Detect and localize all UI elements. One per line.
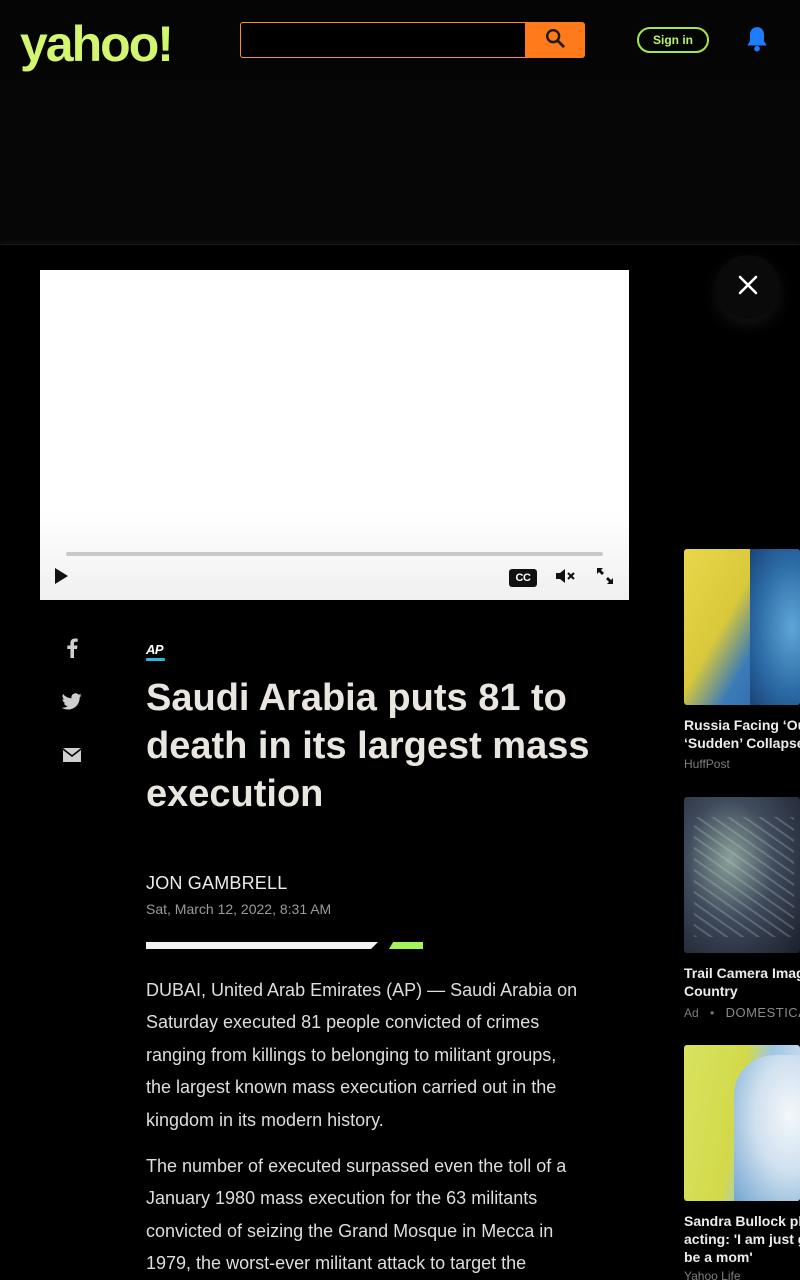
sidebar-card-source: Yahoo Life bbox=[684, 1269, 741, 1280]
close-article-button[interactable] bbox=[716, 255, 780, 319]
mute-button[interactable] bbox=[554, 567, 576, 589]
video-player[interactable]: CC bbox=[40, 270, 629, 600]
search-icon bbox=[544, 27, 566, 54]
search-bar bbox=[240, 22, 585, 58]
sidebar-card-title[interactable]: Trail Camera Imag Country bbox=[684, 964, 800, 1000]
article-author[interactable]: JON GAMBRELL bbox=[146, 873, 287, 894]
source-logo-underline bbox=[146, 658, 165, 661]
card-title-line: Trail Camera Imag bbox=[684, 965, 800, 981]
source-logo[interactable]: AP bbox=[146, 642, 164, 657]
ad-label: Ad bbox=[684, 1006, 699, 1020]
advertiser-name: DOMESTICA bbox=[725, 1005, 800, 1020]
notifications-button[interactable] bbox=[742, 26, 772, 56]
card-title-line: acting: 'I am just g bbox=[684, 1231, 800, 1247]
sidebar-card-title[interactable]: Sandra Bullock pl acting: 'I am just g b… bbox=[684, 1212, 800, 1266]
top-ad-slot bbox=[0, 80, 800, 243]
share-email-button[interactable] bbox=[56, 741, 88, 773]
article-date: Sat, March 12, 2022, 8:31 AM bbox=[146, 901, 332, 917]
sidebar-card-title[interactable]: Russia Facing ‘Ou ‘Sudden’ Collapse bbox=[684, 716, 800, 752]
sign-in-button[interactable]: Sign in bbox=[637, 27, 709, 53]
share-twitter-button[interactable] bbox=[56, 688, 88, 720]
card-title-line: Russia Facing ‘Ou bbox=[684, 717, 800, 733]
twitter-icon bbox=[61, 693, 82, 715]
separator-dot: • bbox=[710, 1006, 715, 1020]
site-header: yahoo! Sign in bbox=[0, 0, 800, 80]
card-image-texture bbox=[694, 817, 794, 937]
article-divider-accent bbox=[389, 942, 423, 949]
mail-icon bbox=[63, 747, 81, 767]
cc-icon: CC bbox=[509, 569, 537, 587]
card-image-subject bbox=[750, 549, 800, 705]
sidebar-card-image[interactable] bbox=[684, 1045, 800, 1201]
search-input[interactable] bbox=[240, 22, 525, 58]
sidebar-card-image[interactable] bbox=[684, 797, 800, 953]
play-icon bbox=[53, 567, 69, 590]
card-title-line: Country bbox=[684, 983, 738, 999]
card-title-line: be a mom' bbox=[684, 1249, 753, 1265]
card-title-line: Sandra Bullock pl bbox=[684, 1213, 800, 1229]
expand-icon bbox=[595, 566, 615, 591]
sidebar-card-source: HuffPost bbox=[684, 757, 730, 771]
sidebar-card-source: Ad • DOMESTICA bbox=[684, 1005, 800, 1020]
article-title: Saudi Arabia puts 81 to death in its lar… bbox=[146, 677, 590, 815]
bell-icon bbox=[744, 25, 770, 58]
card-title-line: ‘Sudden’ Collapse bbox=[684, 735, 800, 751]
close-icon bbox=[737, 274, 759, 301]
video-progress-bar[interactable] bbox=[66, 552, 603, 556]
article-divider bbox=[146, 942, 378, 949]
card-image-subject bbox=[734, 1055, 800, 1201]
closed-captions-button[interactable]: CC bbox=[508, 568, 538, 588]
fullscreen-button[interactable] bbox=[594, 567, 616, 589]
yahoo-logo[interactable]: yahoo! bbox=[20, 14, 174, 74]
article-paragraph: The number of executed surpassed even th… bbox=[146, 1156, 567, 1274]
article-paragraph: DUBAI, United Arab Emirates (AP) — Saudi… bbox=[146, 980, 578, 1130]
sidebar-card-image[interactable] bbox=[684, 549, 800, 705]
search-button[interactable] bbox=[525, 22, 585, 58]
play-button[interactable] bbox=[50, 566, 72, 590]
facebook-icon bbox=[66, 638, 78, 663]
share-facebook-button[interactable] bbox=[56, 634, 88, 666]
muted-speaker-icon bbox=[554, 566, 576, 591]
